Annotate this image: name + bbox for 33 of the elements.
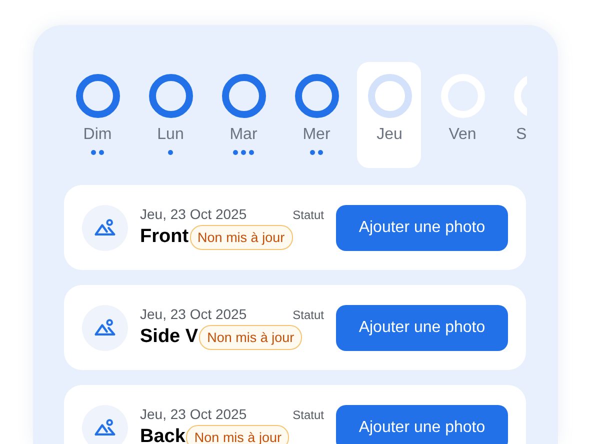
date-text: Jeu, 23 Oct 2025	[140, 306, 247, 322]
entry-dot	[310, 150, 315, 155]
entry-dot	[168, 150, 173, 155]
image-icon	[82, 304, 128, 350]
add-photo-button[interactable]: Ajouter une photo	[336, 404, 508, 444]
entry-dot	[91, 150, 96, 155]
photo-title: Side V	[140, 326, 198, 348]
status-label: Statut	[292, 408, 324, 422]
image-icon	[82, 404, 128, 444]
entry-dot	[249, 150, 254, 155]
day-tab[interactable]: Dim	[61, 62, 134, 168]
day-tab[interactable]: S	[499, 62, 527, 168]
status-badge: Non mis à jour	[199, 324, 302, 350]
photo-title: Front	[140, 226, 189, 248]
entry-dot	[99, 150, 104, 155]
day-tab[interactable]: Jeu	[353, 62, 426, 168]
day-tab[interactable]: Mer	[280, 62, 353, 168]
day-tab[interactable]: Mar	[207, 62, 280, 168]
day-tab[interactable]: Ven	[426, 62, 499, 168]
status-label: Statut	[292, 308, 324, 322]
date-text: Jeu, 23 Oct 2025	[140, 406, 247, 422]
entry-dot	[241, 150, 246, 155]
day-tab[interactable]: Lun	[134, 62, 207, 168]
add-photo-button[interactable]: Ajouter une photo	[336, 204, 508, 250]
status-badge: Non mis à jour	[186, 424, 290, 444]
entry-dot	[318, 150, 323, 155]
image-icon	[82, 204, 128, 250]
status-label: Statut	[292, 208, 324, 222]
photo-title: Back	[140, 426, 186, 444]
entry-dot	[233, 150, 238, 155]
add-photo-button[interactable]: Ajouter une photo	[336, 304, 508, 350]
status-badge: Non mis à jour	[190, 224, 293, 250]
date-text: Jeu, 23 Oct 2025	[140, 206, 247, 222]
